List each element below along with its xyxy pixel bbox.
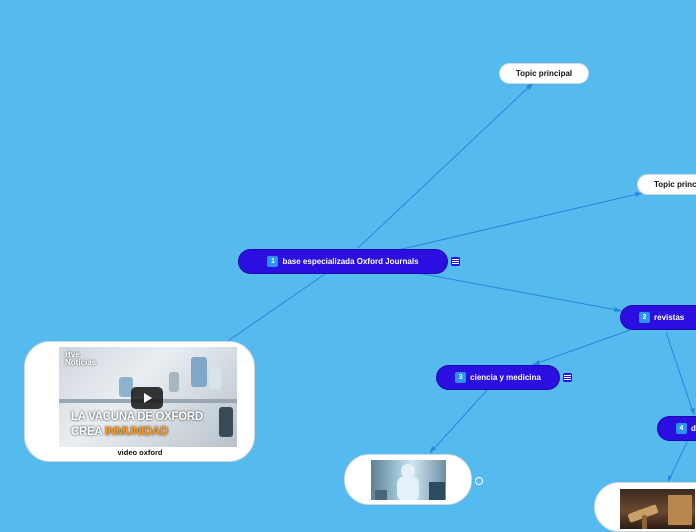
central-topic-node[interactable]: 1 base especializada Oxford Journals — [239, 250, 447, 273]
revistas-label: revistas — [654, 313, 685, 322]
ciencia-medicina-node[interactable]: 3 ciencia y medicina — [437, 366, 559, 389]
arrowhead-node4 — [690, 408, 695, 415]
topic-principal-node-2[interactable]: Topic princ — [637, 174, 696, 195]
topic-principal-2-label: Topic princ — [654, 180, 696, 189]
video-card[interactable]: rtve Noticias ⋮ LA VACUNA DE OXFORD CREA… — [24, 341, 255, 462]
line-ciencia-to-lab-card — [429, 388, 489, 454]
headline-line-2: CREA — [71, 426, 105, 438]
notes-icon[interactable] — [451, 257, 460, 266]
topic-principal-node[interactable]: Topic principal — [499, 63, 589, 84]
line-revistas-to-node4 — [665, 331, 695, 416]
video-caption: video oxford — [117, 448, 163, 457]
laboratory-image — [371, 460, 446, 500]
central-topic-label: base especializada Oxford Journals — [282, 257, 419, 266]
topic-number-badge: 4 — [676, 423, 687, 434]
rtve-noticias-logo: rtve Noticias — [65, 350, 97, 367]
arrowhead-law-card — [668, 475, 672, 482]
arrowhead-ciencia — [532, 360, 540, 365]
law-image-card[interactable] — [594, 482, 696, 532]
play-button-icon[interactable] — [131, 387, 163, 409]
video-headline: LA VACUNA DE OXFORD CREA INMUNIDAD — [71, 410, 203, 440]
video-thumbnail[interactable]: rtve Noticias ⋮ LA VACUNA DE OXFORD CREA… — [59, 347, 237, 447]
node-4[interactable]: 4 d — [658, 417, 696, 440]
node-4-label: d — [691, 424, 696, 433]
line-central-to-video — [227, 273, 326, 342]
revistas-node[interactable]: 2 revistas — [621, 306, 696, 329]
line-central-to-topic2 — [397, 192, 643, 251]
more-options-icon[interactable]: ⋮ — [226, 349, 234, 358]
lab-image-card[interactable] — [344, 454, 472, 505]
notes-icon[interactable] — [563, 373, 572, 382]
refresh-icon[interactable] — [475, 477, 483, 485]
headline-line-1: LA VACUNA DE OXFORD — [71, 411, 203, 423]
gavel-image — [620, 489, 695, 529]
topic-number-badge: 1 — [267, 256, 279, 267]
line-central-to-topic1 — [357, 82, 534, 249]
line-revistas-to-ciencia — [531, 329, 631, 366]
topic-principal-label: Topic principal — [515, 69, 573, 78]
line-node4-to-law-card — [667, 439, 689, 483]
headline-highlight: INMUNIDAD — [104, 426, 168, 438]
ciencia-medicina-label: ciencia y medicina — [470, 373, 541, 382]
topic-number-badge: 2 — [639, 312, 650, 323]
topic-number-badge: 3 — [455, 372, 467, 383]
line-central-to-revistas — [417, 272, 623, 312]
